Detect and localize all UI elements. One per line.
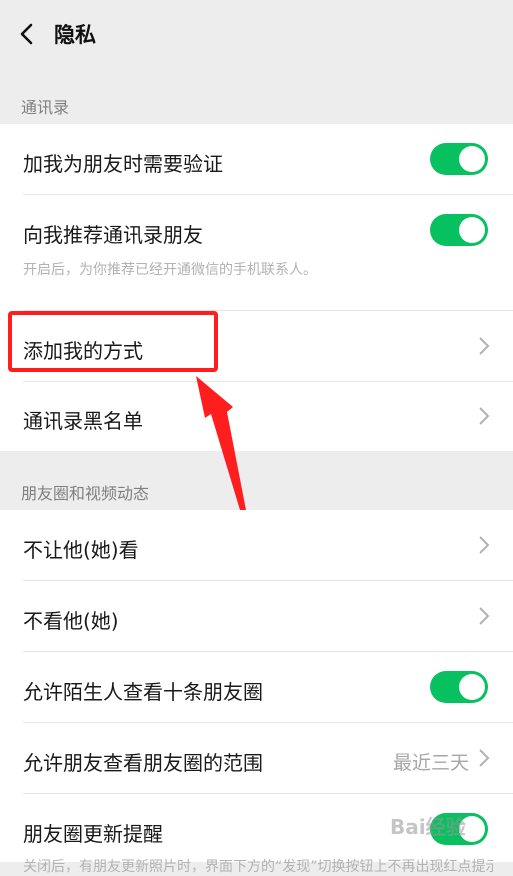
recommend-contacts-hint: 开启后，为你推荐已经开通微信的手机联系人。 <box>23 262 317 278</box>
chevron-right-icon <box>479 337 490 355</box>
chevron-right-icon <box>479 607 490 625</box>
moments-settings-card: 不让他(她)看 不看他(她) 允许陌生人查看十条朋友圈 允许朋友查看朋友圈的范围… <box>0 510 513 875</box>
toggle-knob <box>459 146 485 172</box>
row-verify-friend[interactable]: 加我为朋友时需要验证 <box>0 124 513 194</box>
update-reminder-label: 朋友圈更新提醒 <box>23 822 163 846</box>
highlight-box <box>8 311 218 372</box>
back-arrow-icon[interactable] <box>14 20 42 48</box>
stranger-view-label: 允许陌生人查看十条朋友圈 <box>23 680 263 704</box>
chevron-right-icon <box>479 749 490 767</box>
row-hide-from[interactable]: 不让他(她)看 <box>0 510 513 580</box>
hide-from-label: 不让他(她)看 <box>23 538 139 562</box>
nav-header: 隐私 <box>0 0 513 68</box>
section-title-moments: 朋友圈和视频动态 <box>21 484 150 503</box>
row-blacklist[interactable]: 通讯录黑名单 <box>0 382 513 451</box>
contacts-settings-card: 加我为朋友时需要验证 向我推荐通讯录朋友 开启后，为你推荐已经开通微信的手机联系… <box>0 124 513 451</box>
chevron-right-icon <box>479 536 490 554</box>
row-dont-see[interactable]: 不看他(她) <box>0 581 513 651</box>
watermark: Bai经验 <box>390 815 466 839</box>
view-range-label: 允许朋友查看朋友圈的范围 <box>23 751 263 775</box>
toggle-knob <box>459 674 485 700</box>
update-reminder-hint: 关闭后，有朋友更新照片时，界面下方的“发现”切换按钮上不再出现红点提示。 <box>23 859 493 875</box>
chevron-right-icon <box>479 407 490 425</box>
section-title-contacts: 通讯录 <box>21 98 70 117</box>
row-stranger-view[interactable]: 允许陌生人查看十条朋友圈 <box>0 652 513 722</box>
stranger-view-toggle[interactable] <box>430 671 488 703</box>
toggle-knob <box>459 217 485 243</box>
verify-friend-label: 加我为朋友时需要验证 <box>23 152 223 176</box>
row-view-range[interactable]: 允许朋友查看朋友圈的范围 最近三天 <box>0 723 513 793</box>
dont-see-label: 不看他(她) <box>23 609 119 633</box>
recommend-contacts-label: 向我推荐通讯录朋友 <box>23 223 203 247</box>
recommend-contacts-toggle[interactable] <box>430 214 488 246</box>
blacklist-label: 通讯录黑名单 <box>23 409 143 433</box>
page-title: 隐私 <box>54 23 96 47</box>
view-range-value: 最近三天 <box>392 752 469 774</box>
verify-friend-toggle[interactable] <box>430 143 488 175</box>
row-recommend-contacts[interactable]: 向我推荐通讯录朋友 开启后，为你推荐已经开通微信的手机联系人。 <box>0 195 513 310</box>
